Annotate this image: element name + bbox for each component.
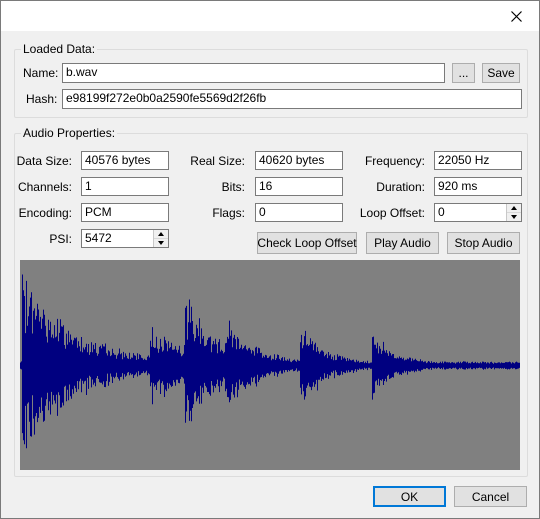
data-size-label: Data Size: xyxy=(16,154,72,168)
psi-arrows xyxy=(153,230,168,247)
loop-offset-up-button[interactable] xyxy=(507,204,521,213)
title-bar xyxy=(1,1,539,31)
close-button[interactable] xyxy=(493,1,539,31)
close-icon xyxy=(510,10,522,22)
psi-value: 5472 xyxy=(85,231,112,245)
cancel-button[interactable]: Cancel xyxy=(454,486,527,507)
frequency-label: Frequency: xyxy=(364,154,425,168)
save-button[interactable]: Save xyxy=(482,63,520,83)
loop-offset-label: Loop Offset: xyxy=(359,206,425,220)
up-arrow-icon xyxy=(511,206,517,210)
check-loop-offset-button[interactable]: Check Loop Offset xyxy=(257,232,357,254)
loop-offset-value: 0 xyxy=(438,205,445,219)
name-field[interactable]: b.wav xyxy=(62,63,445,83)
channels-label: Channels: xyxy=(17,180,72,194)
audio-properties-title: Audio Properties: xyxy=(21,126,118,140)
channels-field[interactable]: 1 xyxy=(81,177,169,196)
psi-up-button[interactable] xyxy=(154,230,168,239)
bits-field[interactable]: 16 xyxy=(255,177,343,196)
loaded-data-title: Loaded Data: xyxy=(21,42,98,56)
waveform-display xyxy=(20,260,520,470)
encoding-label: Encoding: xyxy=(18,206,72,220)
browse-button[interactable]: ... xyxy=(452,63,475,83)
psi-label: PSI: xyxy=(49,232,72,246)
loop-offset-down-button[interactable] xyxy=(507,213,521,221)
duration-label: Duration: xyxy=(376,180,425,194)
duration-field[interactable]: 920 ms xyxy=(434,177,522,196)
loop-offset-arrows xyxy=(506,204,521,221)
down-arrow-icon xyxy=(511,215,517,219)
psi-stepper[interactable]: 5472 xyxy=(81,229,169,248)
ok-button[interactable]: OK xyxy=(373,486,446,507)
real-size-field[interactable]: 40620 bytes xyxy=(255,151,343,170)
waveform-graph xyxy=(20,274,520,449)
waveform-path xyxy=(20,274,520,449)
real-size-label: Real Size: xyxy=(190,154,245,168)
data-size-field[interactable]: 40576 bytes xyxy=(81,151,169,170)
stop-audio-button[interactable]: Stop Audio xyxy=(447,232,520,254)
psi-down-button[interactable] xyxy=(154,239,168,247)
flags-label: Flags: xyxy=(212,206,245,220)
down-arrow-icon xyxy=(158,241,164,245)
frequency-field[interactable]: 22050 Hz xyxy=(434,151,522,170)
hash-label: Hash: xyxy=(26,92,58,106)
loop-offset-stepper[interactable]: 0 xyxy=(434,203,522,222)
play-audio-button[interactable]: Play Audio xyxy=(366,232,439,254)
up-arrow-icon xyxy=(158,232,164,236)
dialog-window: Loaded Data: Name: b.wav ... Save Hash: … xyxy=(0,0,540,519)
encoding-field[interactable]: PCM xyxy=(81,203,169,222)
bits-label: Bits: xyxy=(221,180,245,194)
hash-field[interactable]: e98199f272e0b0a2590fe5569d2f26fb xyxy=(62,89,522,109)
flags-field[interactable]: 0 xyxy=(255,203,343,222)
name-label: Name: xyxy=(23,66,59,80)
